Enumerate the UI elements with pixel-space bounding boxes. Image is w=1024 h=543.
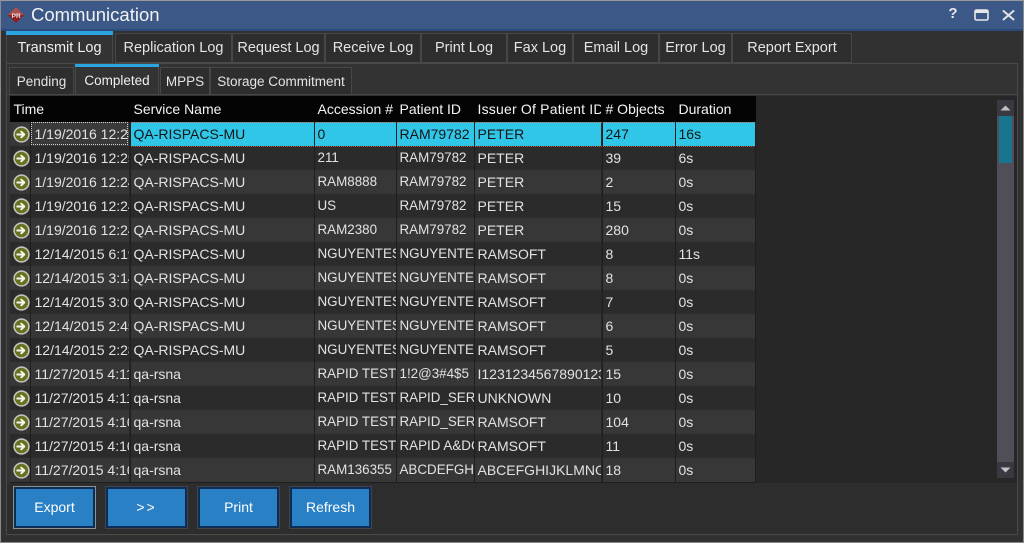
svg-text:PR: PR (12, 13, 21, 20)
